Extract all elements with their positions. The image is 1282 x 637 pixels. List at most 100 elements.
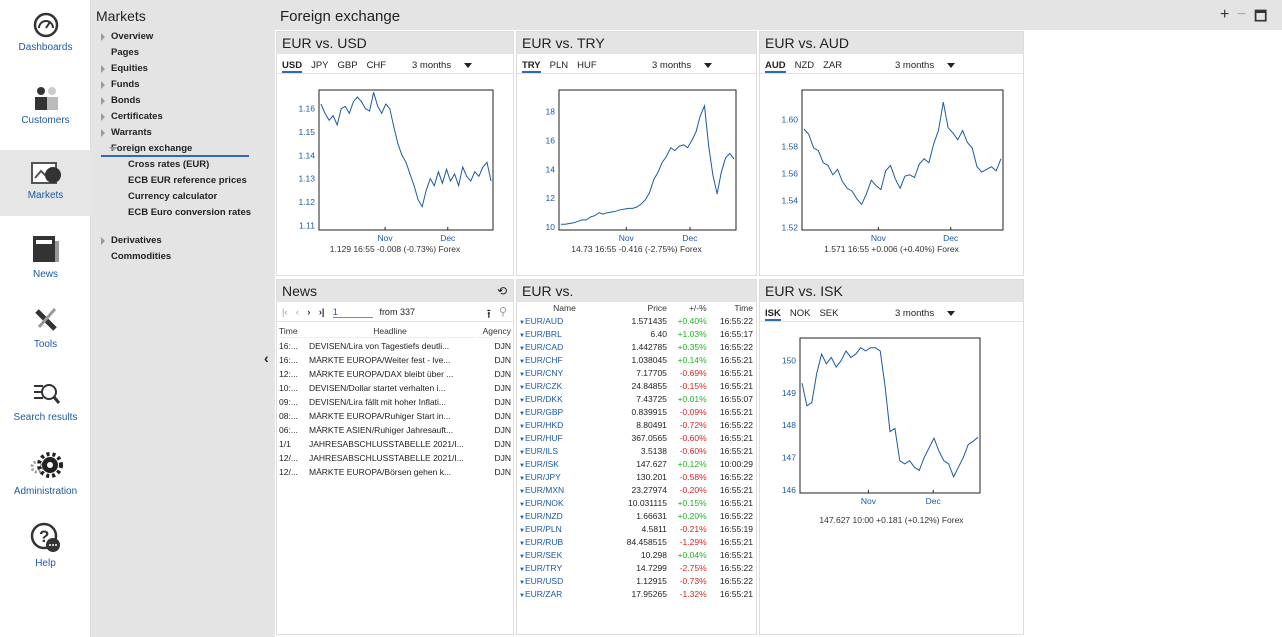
nav-item-certificates[interactable]: Certificates [91,109,275,125]
nav-item-funds[interactable]: Funds [91,77,275,93]
news-headline[interactable]: MÄRKTE EUROPA/Ruhiger Start in... [305,410,475,422]
rate-name[interactable]: ▼EUR/ZAR [517,587,612,600]
rate-name[interactable]: ▼EUR/HUF [517,431,612,444]
rate-row[interactable]: ▼EUR/HUF 367.0565 -0.60% 16:55:21 [517,431,756,444]
nav-item-warrants[interactable]: Warrants [91,125,275,141]
next-page-icon[interactable]: › [307,307,310,317]
rail-news[interactable]: News [0,233,91,280]
rate-row[interactable]: ▼EUR/ILS 3.5138 -0.60% 16:55:21 [517,444,756,457]
news-row[interactable]: 10:... DEVISEN/Dollar startet verhalten i… [279,382,511,394]
news-row[interactable]: 06:... MÄRKTE ASIEN/Ruhiger Jahresauft...… [279,424,511,436]
nav-item-pages[interactable]: Pages [91,45,275,61]
rate-name[interactable]: ▼EUR/HKD [517,418,612,431]
rail-administration[interactable]: Administration [0,452,91,497]
currency-tab[interactable]: TRY [522,60,541,73]
news-headline[interactable]: DEVISEN/Lira fällt mit hoher Inflati... [305,396,475,408]
news-headline[interactable]: DEVISEN/Dollar startet verhalten i... [305,382,475,394]
rate-name[interactable]: ▼EUR/CZK [517,379,612,392]
rate-name[interactable]: ▼EUR/MXN [517,483,612,496]
nav-item-bonds[interactable]: Bonds [91,93,275,109]
news-row[interactable]: 16:... MÄRKTE EUROPA/Weiter fest - lve...… [279,354,511,366]
rate-row[interactable]: ▼EUR/CAD 1.442785 +0.35% 16:55:22 [517,340,756,353]
nav-item-ecb-euro-conversion-rates[interactable]: ECB Euro conversion rates [91,205,275,221]
rate-name[interactable]: ▼EUR/ILS [517,444,612,457]
rate-row[interactable]: ▼EUR/PLN 4.5811 -0.21% 16:55:19 [517,522,756,535]
rail-help[interactable]: ? Help [0,522,91,569]
news-headline[interactable]: JAHRESABSCHLUSSTABELLE 2021/I... [305,438,475,450]
nav-item-overview[interactable]: Overview [91,29,275,45]
refresh-icon[interactable]: ⟲ [497,284,507,298]
currency-tab[interactable]: HUF [577,60,597,71]
rail-markets[interactable]: Markets [0,150,91,216]
news-headline[interactable]: MÄRKTE ASIEN/Ruhiger Jahresauft... [305,424,475,436]
range-dropdown[interactable]: 3 months [895,308,964,319]
export-icon[interactable]: ⭱ [487,305,491,326]
currency-tab[interactable]: USD [282,60,303,73]
collapse-chevron-icon[interactable]: ‹ [264,350,269,366]
rail-search-results[interactable]: Search results [0,378,91,423]
nav-item-cross-rates-eur-[interactable]: Cross rates (EUR) [91,157,275,173]
currency-tab[interactable]: NZD [795,60,815,71]
news-row[interactable]: 12/... JAHRESABSCHLUSSTABELLE 2021/I... DJ… [279,452,511,464]
currency-tab[interactable]: SEK [819,308,838,319]
rate-row[interactable]: ▼EUR/GBP 0.839915 -0.09% 16:55:21 [517,405,756,418]
rate-name[interactable]: ▼EUR/SEK [517,548,612,561]
rate-name[interactable]: ▼EUR/RUB [517,535,612,548]
news-headline[interactable]: DEVISEN/Lira von Tagestiefs deutli... [305,340,475,352]
rate-name[interactable]: ▼EUR/BRL [517,327,612,340]
rail-customers[interactable]: Customers [0,85,91,126]
rate-row[interactable]: ▼EUR/NOK 10.031115 +0.15% 16:55:21 [517,496,756,509]
range-dropdown[interactable]: 3 months [895,60,964,71]
rate-name[interactable]: ▼EUR/ISK [517,457,612,470]
rate-row[interactable]: ▼EUR/NZD 1.66631 +0.20% 16:55:22 [517,509,756,522]
currency-tab[interactable]: PLN [550,60,568,71]
rail-dashboards[interactable]: Dashboards [0,12,91,53]
news-row[interactable]: 1/1 JAHRESABSCHLUSSTABELLE 2021/I... DJN [279,438,511,450]
currency-tab[interactable]: JPY [311,60,328,71]
nav-item-currency-calculator[interactable]: Currency calculator [91,189,275,205]
rate-name[interactable]: ▼EUR/TRY [517,561,612,574]
first-page-icon[interactable]: |‹ [282,307,287,317]
rate-name[interactable]: ▼EUR/CHF [517,353,612,366]
rate-row[interactable]: ▼EUR/CHF 1.038045 +0.14% 16:55:21 [517,353,756,366]
minimize-button[interactable]: − [1237,6,1246,24]
news-headline[interactable]: MÄRKTE EUROPA/DAX bleibt über ... [305,368,475,380]
news-row[interactable]: 12/... MÄRKTE EUROPA/Börsen gehen k... DJN [279,466,511,478]
rate-name[interactable]: ▼EUR/CNY [517,366,612,379]
news-headline[interactable]: MÄRKTE EUROPA/Börsen gehen k... [305,466,475,478]
news-row[interactable]: 09:... DEVISEN/Lira fällt mit hoher Infla… [279,396,511,408]
rate-row[interactable]: ▼EUR/DKK 7.43725 +0.01% 16:55:07 [517,392,756,405]
currency-tab[interactable]: ISK [765,308,781,321]
rate-row[interactable]: ▼EUR/RUB 84.458515 -1.29% 16:55:21 [517,535,756,548]
rate-name[interactable]: ▼EUR/NOK [517,496,612,509]
rate-name[interactable]: ▼EUR/PLN [517,522,612,535]
rate-name[interactable]: ▼EUR/DKK [517,392,612,405]
rate-name[interactable]: ▼EUR/JPY [517,470,612,483]
nav-item-ecb-eur-reference-prices[interactable]: ECB EUR reference prices [91,173,275,189]
rate-row[interactable]: ▼EUR/SEK 10.298 +0.04% 16:55:21 [517,548,756,561]
rate-row[interactable]: ▼EUR/JPY 130.201 -0.58% 16:55:22 [517,470,756,483]
currency-tab[interactable]: GBP [338,60,358,71]
add-widget-button[interactable]: + [1220,6,1229,24]
currency-tab[interactable]: NOK [790,308,811,319]
rate-name[interactable]: ▼EUR/AUD [517,314,612,327]
rate-row[interactable]: ▼EUR/BRL 6.40 +1.03% 16:55:17 [517,327,756,340]
maximize-button[interactable]: 🗖 [1254,6,1267,30]
nav-item-commodities[interactable]: Commodities [91,249,275,265]
rate-row[interactable]: ▼EUR/AUD 1.571435 +0.40% 16:55:22 [517,314,756,327]
currency-tab[interactable]: ZAR [823,60,842,71]
currency-tab[interactable]: CHF [367,60,387,71]
news-row[interactable]: 08:... MÄRKTE EUROPA/Ruhiger Start in... D… [279,410,511,422]
search-icon[interactable]: ⚲ [499,305,507,318]
currency-tab[interactable]: AUD [765,60,786,73]
news-row[interactable]: 16:... DEVISEN/Lira von Tagestiefs deutli… [279,340,511,352]
rate-name[interactable]: ▼EUR/GBP [517,405,612,418]
rate-row[interactable]: ▼EUR/MXN 23.27974 -0.20% 16:55:21 [517,483,756,496]
rate-row[interactable]: ▼EUR/CZK 24.84855 -0.15% 16:55:21 [517,379,756,392]
rail-tools[interactable]: Tools [0,305,91,350]
rate-row[interactable]: ▼EUR/CNY 7.17705 -0.69% 16:55:21 [517,366,756,379]
rate-name[interactable]: ▼EUR/CAD [517,340,612,353]
last-page-icon[interactable]: ›| [319,307,325,317]
nav-item-equities[interactable]: Equities [91,61,275,77]
rate-row[interactable]: ▼EUR/ZAR 17.95265 -1.32% 16:55:21 [517,587,756,600]
